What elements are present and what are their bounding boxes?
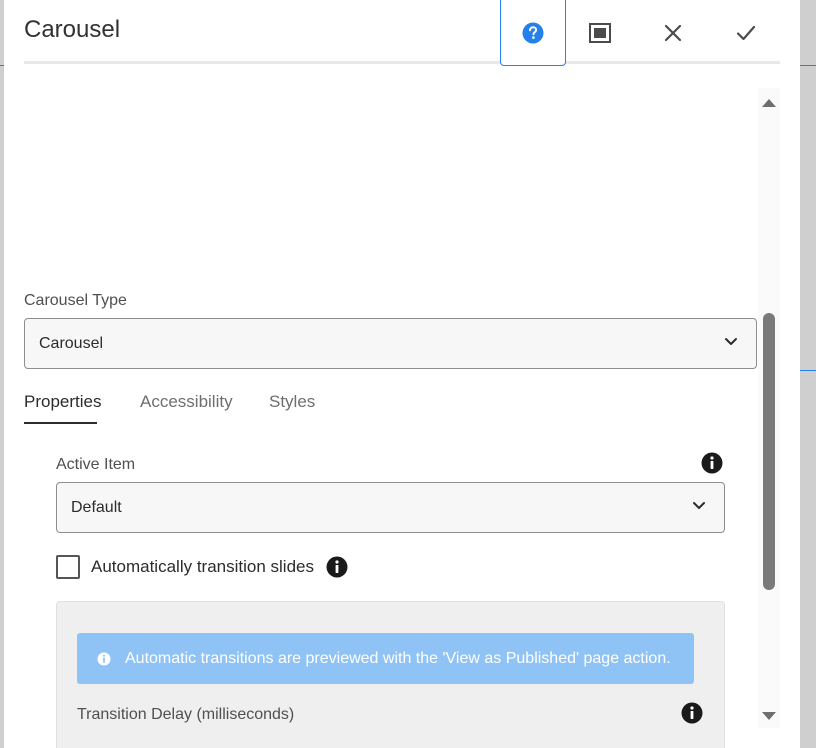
transition-settings-panel: Automatic transitions are previewed with… [56,601,725,748]
chevron-down-icon [693,502,705,509]
info-icon[interactable] [681,702,703,724]
active-item-select[interactable]: Default [56,482,725,533]
scroll-up-arrow[interactable] [761,96,777,114]
dialog-header: Carousel [24,0,780,66]
info-circle-icon [97,652,111,665]
triangle-up-icon [762,99,776,107]
fullscreen-icon [589,23,611,43]
chevron-down-icon [725,338,737,345]
done-button[interactable] [713,0,779,66]
active-item-label: Active Item [56,456,136,473]
triangle-down-icon [762,712,776,720]
background-line [800,65,816,66]
info-icon[interactable] [326,556,348,578]
carousel-type-label: Carousel Type [24,292,127,309]
info-icon[interactable] [701,452,723,474]
background-line [800,370,816,371]
dialog-title: Carousel [24,16,121,43]
tab-properties[interactable]: Properties [24,392,101,412]
auto-transition-checkbox[interactable] [56,555,80,579]
checkmark-icon [736,25,756,41]
help-icon [522,22,544,43]
tab-styles[interactable]: Styles [269,392,315,412]
alert-message: Automatic transitions are previewed with… [125,649,671,667]
scrollbar-thumb[interactable] [763,313,775,590]
scroll-down-arrow[interactable] [761,709,777,727]
auto-transition-label: Automatically transition slides [91,557,314,576]
carousel-type-select[interactable]: Carousel [24,318,757,369]
fullscreen-button[interactable] [567,0,633,66]
help-button[interactable] [500,0,566,66]
background-right [800,0,816,748]
close-icon [664,24,682,42]
close-button[interactable] [640,0,706,66]
carousel-type-value: Carousel [39,334,104,352]
transition-delay-label: Transition Delay (milliseconds) [77,706,295,723]
tab-accessibility[interactable]: Accessibility [140,392,233,412]
active-item-value: Default [71,498,122,516]
info-alert: Automatic transitions are previewed with… [77,633,694,684]
carousel-dialog: Carousel Carousel Type Carousel Properti… [4,0,800,748]
active-tab-indicator [24,422,97,424]
